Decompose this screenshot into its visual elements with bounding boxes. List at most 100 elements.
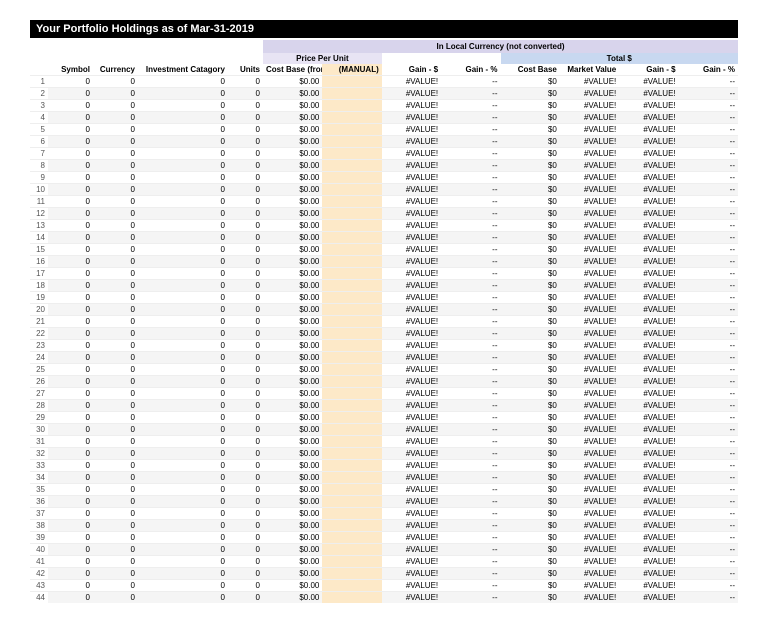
cell-costbase-google[interactable]: $0.00	[263, 196, 322, 208]
cell-symbol[interactable]: 0	[48, 292, 93, 304]
cell-market-value[interactable]: #VALUE!	[560, 232, 619, 244]
cell-gain-p2[interactable]: --	[679, 352, 738, 364]
cell-market-value[interactable]: #VALUE!	[560, 328, 619, 340]
cell-gain-p2[interactable]: --	[679, 568, 738, 580]
cell-manual[interactable]	[322, 208, 381, 220]
cell-gain-s[interactable]: #VALUE!	[382, 172, 441, 184]
cell-units[interactable]: 0	[228, 376, 263, 388]
cell-category[interactable]: 0	[138, 232, 228, 244]
cell-gain-p[interactable]: --	[441, 496, 500, 508]
cell-gain-p[interactable]: --	[441, 232, 500, 244]
cell-gain-s2[interactable]: #VALUE!	[619, 508, 678, 520]
cell-category[interactable]: 0	[138, 268, 228, 280]
cell-currency[interactable]: 0	[93, 208, 138, 220]
cell-gain-p[interactable]: --	[441, 100, 500, 112]
cell-symbol[interactable]: 0	[48, 508, 93, 520]
cell-symbol[interactable]: 0	[48, 448, 93, 460]
cell-units[interactable]: 0	[228, 316, 263, 328]
cell-gain-s2[interactable]: #VALUE!	[619, 244, 678, 256]
cell-gain-p2[interactable]: --	[679, 544, 738, 556]
cell-costbase-google[interactable]: $0.00	[263, 184, 322, 196]
cell-symbol[interactable]: 0	[48, 232, 93, 244]
cell-gain-p2[interactable]: --	[679, 220, 738, 232]
cell-symbol[interactable]: 0	[48, 220, 93, 232]
cell-costbase[interactable]: $0	[501, 472, 560, 484]
cell-gain-p2[interactable]: --	[679, 184, 738, 196]
cell-units[interactable]: 0	[228, 400, 263, 412]
cell-category[interactable]: 0	[138, 520, 228, 532]
cell-gain-s2[interactable]: #VALUE!	[619, 556, 678, 568]
cell-gain-s2[interactable]: #VALUE!	[619, 340, 678, 352]
cell-gain-s[interactable]: #VALUE!	[382, 280, 441, 292]
cell-gain-p[interactable]: --	[441, 424, 500, 436]
cell-symbol[interactable]: 0	[48, 76, 93, 88]
cell-symbol[interactable]: 0	[48, 280, 93, 292]
cell-costbase-google[interactable]: $0.00	[263, 568, 322, 580]
cell-costbase[interactable]: $0	[501, 268, 560, 280]
cell-symbol[interactable]: 0	[48, 112, 93, 124]
cell-gain-p[interactable]: --	[441, 328, 500, 340]
cell-currency[interactable]: 0	[93, 448, 138, 460]
cell-symbol[interactable]: 0	[48, 436, 93, 448]
cell-gain-s[interactable]: #VALUE!	[382, 400, 441, 412]
cell-gain-s[interactable]: #VALUE!	[382, 484, 441, 496]
cell-gain-s2[interactable]: #VALUE!	[619, 280, 678, 292]
cell-costbase[interactable]: $0	[501, 460, 560, 472]
cell-units[interactable]: 0	[228, 532, 263, 544]
cell-gain-p2[interactable]: --	[679, 76, 738, 88]
cell-market-value[interactable]: #VALUE!	[560, 280, 619, 292]
cell-costbase[interactable]: $0	[501, 172, 560, 184]
cell-symbol[interactable]: 0	[48, 88, 93, 100]
cell-gain-s2[interactable]: #VALUE!	[619, 76, 678, 88]
cell-category[interactable]: 0	[138, 580, 228, 592]
cell-market-value[interactable]: #VALUE!	[560, 568, 619, 580]
cell-costbase-google[interactable]: $0.00	[263, 544, 322, 556]
cell-category[interactable]: 0	[138, 400, 228, 412]
cell-gain-s2[interactable]: #VALUE!	[619, 460, 678, 472]
cell-category[interactable]: 0	[138, 388, 228, 400]
cell-gain-s[interactable]: #VALUE!	[382, 496, 441, 508]
cell-costbase[interactable]: $0	[501, 376, 560, 388]
cell-manual[interactable]	[322, 508, 381, 520]
cell-gain-s[interactable]: #VALUE!	[382, 148, 441, 160]
cell-costbase-google[interactable]: $0.00	[263, 256, 322, 268]
cell-gain-s[interactable]: #VALUE!	[382, 364, 441, 376]
cell-manual[interactable]	[322, 412, 381, 424]
cell-currency[interactable]: 0	[93, 184, 138, 196]
cell-category[interactable]: 0	[138, 328, 228, 340]
cell-gain-p2[interactable]: --	[679, 316, 738, 328]
cell-gain-s[interactable]: #VALUE!	[382, 316, 441, 328]
cell-manual[interactable]	[322, 232, 381, 244]
cell-category[interactable]: 0	[138, 112, 228, 124]
cell-market-value[interactable]: #VALUE!	[560, 340, 619, 352]
cell-gain-s[interactable]: #VALUE!	[382, 556, 441, 568]
cell-gain-s[interactable]: #VALUE!	[382, 568, 441, 580]
cell-gain-p[interactable]: --	[441, 244, 500, 256]
cell-symbol[interactable]: 0	[48, 304, 93, 316]
cell-gain-s[interactable]: #VALUE!	[382, 472, 441, 484]
cell-costbase[interactable]: $0	[501, 160, 560, 172]
cell-costbase[interactable]: $0	[501, 556, 560, 568]
cell-costbase-google[interactable]: $0.00	[263, 172, 322, 184]
cell-gain-p2[interactable]: --	[679, 508, 738, 520]
cell-gain-p[interactable]: --	[441, 112, 500, 124]
cell-costbase-google[interactable]: $0.00	[263, 88, 322, 100]
cell-costbase[interactable]: $0	[501, 184, 560, 196]
cell-gain-s2[interactable]: #VALUE!	[619, 196, 678, 208]
cell-costbase-google[interactable]: $0.00	[263, 580, 322, 592]
cell-units[interactable]: 0	[228, 160, 263, 172]
cell-symbol[interactable]: 0	[48, 268, 93, 280]
cell-units[interactable]: 0	[228, 412, 263, 424]
cell-costbase[interactable]: $0	[501, 484, 560, 496]
cell-costbase[interactable]: $0	[501, 196, 560, 208]
cell-costbase-google[interactable]: $0.00	[263, 328, 322, 340]
cell-category[interactable]: 0	[138, 136, 228, 148]
cell-costbase-google[interactable]: $0.00	[263, 340, 322, 352]
cell-category[interactable]: 0	[138, 352, 228, 364]
cell-gain-s[interactable]: #VALUE!	[382, 244, 441, 256]
cell-symbol[interactable]: 0	[48, 388, 93, 400]
cell-units[interactable]: 0	[228, 280, 263, 292]
cell-gain-p2[interactable]: --	[679, 400, 738, 412]
cell-manual[interactable]	[322, 124, 381, 136]
cell-gain-s2[interactable]: #VALUE!	[619, 184, 678, 196]
